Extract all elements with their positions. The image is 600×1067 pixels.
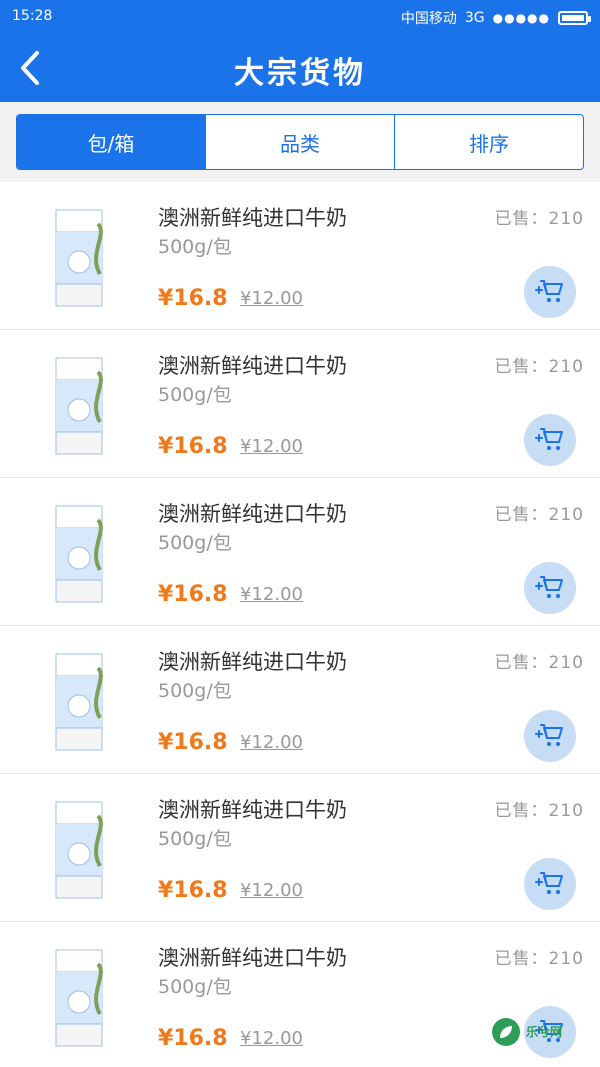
product-item[interactable]: 澳洲新鲜纯进口牛奶 500g/包 已售：210 ¥16.8 ¥12.00 [0, 330, 600, 478]
original-price: ¥12.00 [240, 436, 303, 457]
battery-icon [558, 11, 591, 25]
sold-count: 已售：210 [494, 209, 584, 229]
status-network: 3G [464, 10, 485, 26]
filter-category[interactable]: 品类 [205, 115, 394, 169]
product-item[interactable]: 澳洲新鲜纯进口牛奶 500g/包 已售：210 ¥16.8 ¥12.00 [0, 182, 600, 330]
product-spec: 500g/包 [158, 828, 232, 850]
original-price: ¥12.00 [240, 880, 303, 901]
add-to-cart-button[interactable] [524, 266, 576, 318]
filter-tabs: 包/箱 品类 排序 [16, 114, 584, 170]
top-bar: 15:28 中国移动 3G ●●●●● 大宗货物 [0, 0, 600, 102]
nav-bar: 大宗货物 [0, 38, 600, 98]
original-price: ¥12.00 [240, 732, 303, 753]
product-name: 澳洲新鲜纯进口牛奶 [158, 946, 347, 970]
original-price: ¥12.00 [240, 584, 303, 605]
add-to-cart-icon [535, 724, 563, 746]
product-spec: 500g/包 [158, 532, 232, 554]
add-to-cart-icon [535, 872, 563, 894]
signal-icon: ●●●●● [492, 11, 550, 25]
sold-count: 已售：210 [494, 949, 584, 969]
filter-package[interactable]: 包/箱 [17, 115, 205, 169]
watermark-text: 乐兮网 [526, 1025, 563, 1039]
product-price: ¥16.8 [158, 434, 228, 459]
product-item[interactable]: 澳洲新鲜纯进口牛奶 500g/包 已售：210 ¥16.8 ¥12.00 [0, 774, 600, 922]
add-to-cart-button[interactable] [524, 562, 576, 614]
product-item[interactable]: 澳洲新鲜纯进口牛奶 500g/包 已售：210 ¥16.8 ¥12.00 [0, 626, 600, 774]
product-name: 澳洲新鲜纯进口牛奶 [158, 650, 347, 674]
product-price: ¥16.8 [158, 730, 228, 755]
sold-count: 已售：210 [494, 653, 584, 673]
product-price: ¥16.8 [158, 1026, 228, 1051]
milk-carton-image [48, 648, 110, 756]
leaf-logo-icon [492, 1018, 520, 1046]
page-title: 大宗货物 [234, 56, 366, 91]
product-item[interactable]: 澳洲新鲜纯进口牛奶 500g/包 已售：210 ¥16.8 ¥12.00 [0, 478, 600, 626]
filter-label: 排序 [469, 131, 509, 156]
filter-sort[interactable]: 排序 [394, 115, 583, 169]
sold-count: 已售：210 [494, 505, 584, 525]
product-price: ¥16.8 [158, 878, 228, 903]
add-to-cart-button[interactable] [524, 710, 576, 762]
add-to-cart-button[interactable] [524, 858, 576, 910]
product-spec: 500g/包 [158, 384, 232, 406]
milk-carton-image [48, 500, 110, 608]
add-to-cart-icon [535, 280, 563, 302]
product-spec: 500g/包 [158, 976, 232, 998]
status-time: 15:28 [12, 8, 53, 24]
product-list: 澳洲新鲜纯进口牛奶 500g/包 已售：210 ¥16.8 ¥12.00 澳洲新… [0, 182, 600, 1067]
milk-carton-image [48, 352, 110, 460]
product-spec: 500g/包 [158, 680, 232, 702]
milk-carton-image [48, 796, 110, 904]
sold-count: 已售：210 [494, 801, 584, 821]
product-spec: 500g/包 [158, 236, 232, 258]
status-carrier: 中国移动 [400, 11, 457, 27]
status-right: 中国移动 3G ●●●●● [400, 8, 591, 28]
filter-label: 包/箱 [87, 131, 135, 156]
milk-carton-image [48, 944, 110, 1052]
add-to-cart-icon [535, 576, 563, 598]
status-bar: 15:28 中国移动 3G ●●●●● [0, 0, 600, 32]
product-name: 澳洲新鲜纯进口牛奶 [158, 502, 347, 526]
add-to-cart-button[interactable] [524, 414, 576, 466]
filter-label: 品类 [280, 131, 320, 156]
product-price: ¥16.8 [158, 582, 228, 607]
add-to-cart-icon [535, 428, 563, 450]
product-price: ¥16.8 [158, 286, 228, 311]
product-name: 澳洲新鲜纯进口牛奶 [158, 798, 347, 822]
product-name: 澳洲新鲜纯进口牛奶 [158, 354, 347, 378]
original-price: ¥12.00 [240, 1028, 303, 1049]
watermark: 乐兮网 [492, 1007, 590, 1057]
original-price: ¥12.00 [240, 288, 303, 309]
product-name: 澳洲新鲜纯进口牛奶 [158, 206, 347, 230]
sold-count: 已售：210 [494, 357, 584, 377]
milk-carton-image [48, 204, 110, 312]
